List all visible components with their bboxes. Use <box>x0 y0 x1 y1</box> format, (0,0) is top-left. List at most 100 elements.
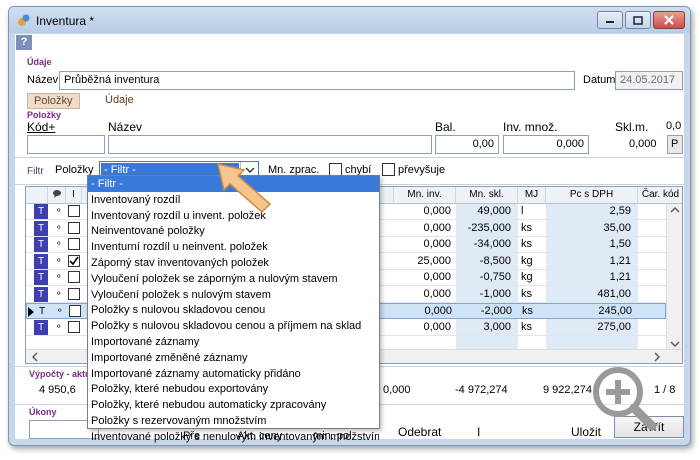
cell-mn-inv: 0,000 <box>423 238 451 250</box>
udaje-section-label: Údaje <box>27 57 52 67</box>
dropdown-option[interactable]: Položky s rezervovaným množstvím <box>88 413 379 429</box>
window-title: Inventura * <box>36 14 95 28</box>
cell-mn-skl: 3,000 <box>483 320 511 333</box>
row-checkbox[interactable] <box>68 221 80 234</box>
datum-label: Datum <box>583 74 616 86</box>
close-icon <box>664 15 674 25</box>
cell-pc-dph: 481,00 <box>597 287 631 300</box>
kod-input[interactable] <box>27 135 105 154</box>
dropdown-option[interactable]: Položky s nulovou skladovou cenou a příj… <box>88 318 379 334</box>
filtr-label: Filtr <box>27 166 44 177</box>
row-checkbox[interactable] <box>68 205 80 217</box>
tab-udaje[interactable]: Údaje <box>99 93 140 109</box>
ukony-section-label: Úkony <box>29 407 57 417</box>
row-checkbox[interactable] <box>69 305 81 317</box>
help-button[interactable]: ? <box>16 35 32 50</box>
cell-mj: ks <box>522 305 533 317</box>
grid-header-comment[interactable] <box>48 187 66 204</box>
zoom-magnifier-icon <box>593 367 657 431</box>
dropdown-option[interactable]: Položky s nulovou skladovou cenou <box>88 302 379 318</box>
cell-pc-dph: 1,21 <box>609 271 631 283</box>
cell-pc-dph: 245,00 <box>598 305 632 317</box>
grid-header-flag[interactable]: I <box>66 187 82 204</box>
dropdown-option[interactable]: Vyloučení položek s nulovým stavem <box>88 287 379 303</box>
chevron-left-icon[interactable] <box>30 351 40 363</box>
grid-header-pc-dph[interactable]: Pc s DPH <box>546 187 638 204</box>
dropdown-option[interactable]: Importované změněné záznamy <box>88 350 379 366</box>
grid-header-mj[interactable]: MJ <box>518 187 546 204</box>
checkmark-icon <box>69 256 79 265</box>
row-type-badge: T <box>34 270 48 285</box>
vertical-scrollbar[interactable] <box>666 204 682 350</box>
grid-header-mn-inv[interactable]: Mn. inv. <box>394 187 456 204</box>
chevron-down-icon[interactable] <box>668 340 682 348</box>
row-checkbox[interactable] <box>68 287 80 300</box>
cell-mn-skl: -2,000 <box>480 305 512 317</box>
prevysuje-checkbox[interactable] <box>382 163 395 176</box>
kod-header[interactable]: Kód+ <box>27 120 55 134</box>
tab-polozky[interactable]: Položky <box>27 93 80 109</box>
cell-mn-skl: -8,500 <box>479 254 511 267</box>
datum-field[interactable]: 24.05.2017 <box>615 71 683 90</box>
p-button[interactable]: P <box>667 135 683 154</box>
close-window-button[interactable] <box>653 11 685 29</box>
inv-mnoz-header: Inv. množ. <box>503 120 558 134</box>
maximize-button[interactable] <box>625 11 651 29</box>
nazev-label: Název <box>27 74 59 86</box>
row-checkbox[interactable] <box>68 254 80 267</box>
cell-pc-dph: 1,21 <box>609 254 631 267</box>
cell-mn-inv: 0,000 <box>423 221 451 234</box>
dropdown-option[interactable]: Importované záznamy automaticky přidáno <box>88 366 379 382</box>
pointer-arrow-icon <box>216 162 272 214</box>
minimize-icon <box>606 21 614 23</box>
current-row-icon <box>28 307 34 317</box>
cell-mj: kg <box>521 254 533 267</box>
cell-mn-inv: 0,000 <box>424 305 452 317</box>
row-comment-icon: ⚬ <box>55 254 63 265</box>
cell-mj: l <box>521 205 524 217</box>
summary-label: Výpočty - aktuá <box>29 369 96 379</box>
row-type-badge: T <box>34 237 48 252</box>
dropdown-option[interactable]: Inventované položky s nenulovým inventov… <box>88 429 379 445</box>
cell-mj: ks <box>521 287 532 300</box>
divider <box>15 157 684 158</box>
nazev-input[interactable] <box>108 135 432 154</box>
row-checkbox[interactable] <box>68 320 80 333</box>
row-comment-icon: ⚬ <box>55 221 63 232</box>
row-checkbox[interactable] <box>68 238 80 250</box>
cell-pc-dph: 1,50 <box>609 238 631 250</box>
chevron-right-icon[interactable] <box>652 351 662 363</box>
grid-header-car-kod[interactable]: Čar. kód <box>638 187 682 204</box>
nazev-header: Název <box>108 120 143 134</box>
cell-mn-skl: 49,000 <box>477 205 511 217</box>
summary-value-3: -4 972,274 <box>455 384 508 396</box>
row-type-badge: T <box>34 204 48 219</box>
bal-input[interactable]: 0,00 <box>435 135 499 154</box>
cell-pc-dph: 2,59 <box>609 205 631 217</box>
inv-mnoz-input[interactable]: 0,000 <box>503 135 589 154</box>
dropdown-option[interactable]: Položky, které nebudou exportovány <box>88 381 379 397</box>
cell-mn-inv: 25,000 <box>417 254 451 267</box>
dropdown-option[interactable]: Importované záznamy <box>88 334 379 350</box>
row-comment-icon: ⚬ <box>55 205 63 215</box>
row-comment-icon: ⚬ <box>56 305 64 315</box>
dropdown-option[interactable]: Inventurní rozdíl u neinvent. položek <box>88 239 379 255</box>
nazev-field[interactable]: Průběžná inventura <box>59 71 575 90</box>
minimize-button[interactable] <box>597 11 623 29</box>
title-bar[interactable]: Inventura * <box>9 7 690 33</box>
grid-header-mn-skl[interactable]: Mn. skl. <box>456 187 518 204</box>
chevron-up-icon[interactable] <box>668 206 682 214</box>
cell-mj: ks <box>521 221 532 234</box>
dropdown-option[interactable]: Položky, které nebudou automaticky zprac… <box>88 397 379 413</box>
dropdown-option[interactable]: Neinventované položky <box>88 223 379 239</box>
cell-pc-dph: 275,00 <box>597 320 631 333</box>
row-checkbox[interactable] <box>68 271 80 283</box>
app-icon <box>18 14 30 26</box>
dropdown-option[interactable]: Záporný stav inventovaných položek <box>88 255 379 271</box>
odebrat-button[interactable]: Odebrat <box>398 425 441 439</box>
summary-value-1: 4 950,6 <box>39 384 76 396</box>
summary-value-2: 0,000 <box>383 384 411 396</box>
cell-mj: kg <box>521 271 533 283</box>
dropdown-option[interactable]: Vyloučení položek se záporným a nulovým … <box>88 271 379 287</box>
i-button[interactable]: I <box>477 425 480 439</box>
